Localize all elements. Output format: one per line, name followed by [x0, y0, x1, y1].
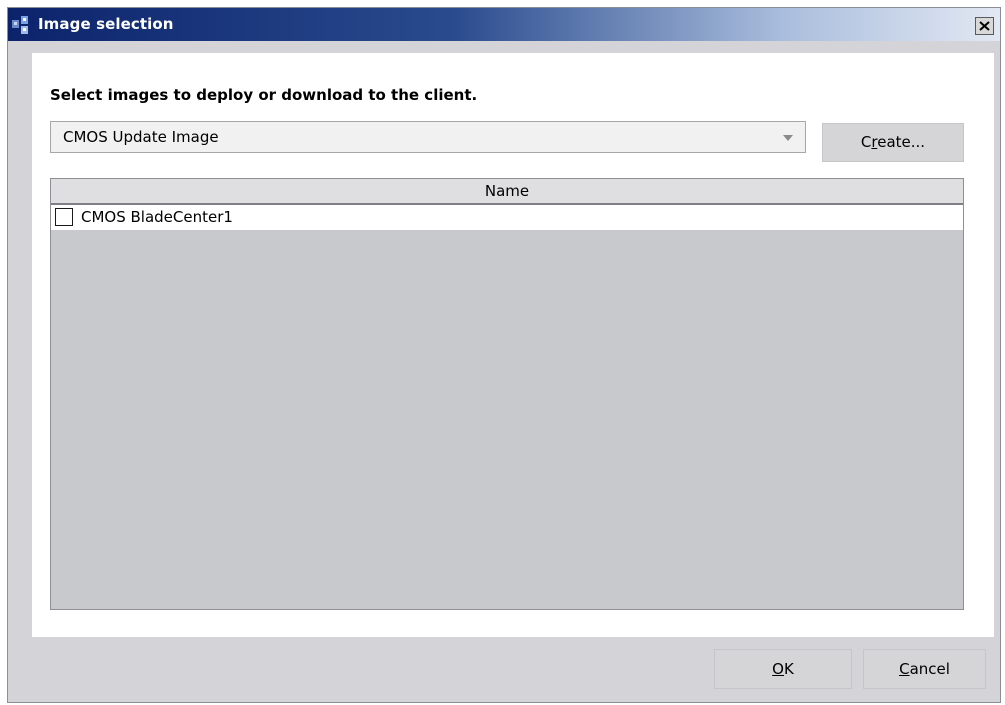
- app-icon: [12, 16, 38, 34]
- ok-label-post: K: [783, 660, 794, 678]
- cancel-button[interactable]: Cancel: [863, 649, 986, 689]
- dialog-title: Image selection: [38, 15, 174, 33]
- ok-button[interactable]: OK: [714, 649, 852, 689]
- dropdown-selected-value: CMOS Update Image: [63, 128, 219, 146]
- close-button[interactable]: [975, 17, 994, 35]
- row-checkbox[interactable]: [55, 208, 73, 226]
- ok-label-mnemonic: O: [772, 660, 784, 678]
- close-icon: [979, 21, 990, 31]
- create-button[interactable]: Create...: [822, 123, 964, 162]
- image-type-dropdown[interactable]: CMOS Update Image: [50, 121, 806, 153]
- image-selection-dialog: Image selection Select images to deploy …: [7, 7, 1001, 703]
- create-label-post: eate...: [877, 133, 926, 151]
- table-row[interactable]: CMOS BladeCenter1: [51, 205, 963, 230]
- instruction-text: Select images to deploy or download to t…: [50, 86, 478, 104]
- cancel-label-mnemonic: C: [899, 660, 910, 678]
- content-panel: Select images to deploy or download to t…: [32, 53, 994, 637]
- row-name: CMOS BladeCenter1: [81, 208, 233, 226]
- column-header-name[interactable]: Name: [51, 182, 963, 200]
- create-label-pre: C: [860, 133, 872, 151]
- dropdown-arrow-icon[interactable]: [783, 135, 793, 141]
- title-bar[interactable]: Image selection: [8, 8, 1000, 41]
- cancel-label-post: ancel: [909, 660, 950, 678]
- images-table: Name CMOS BladeCenter1: [50, 178, 964, 610]
- table-header[interactable]: Name: [51, 179, 963, 205]
